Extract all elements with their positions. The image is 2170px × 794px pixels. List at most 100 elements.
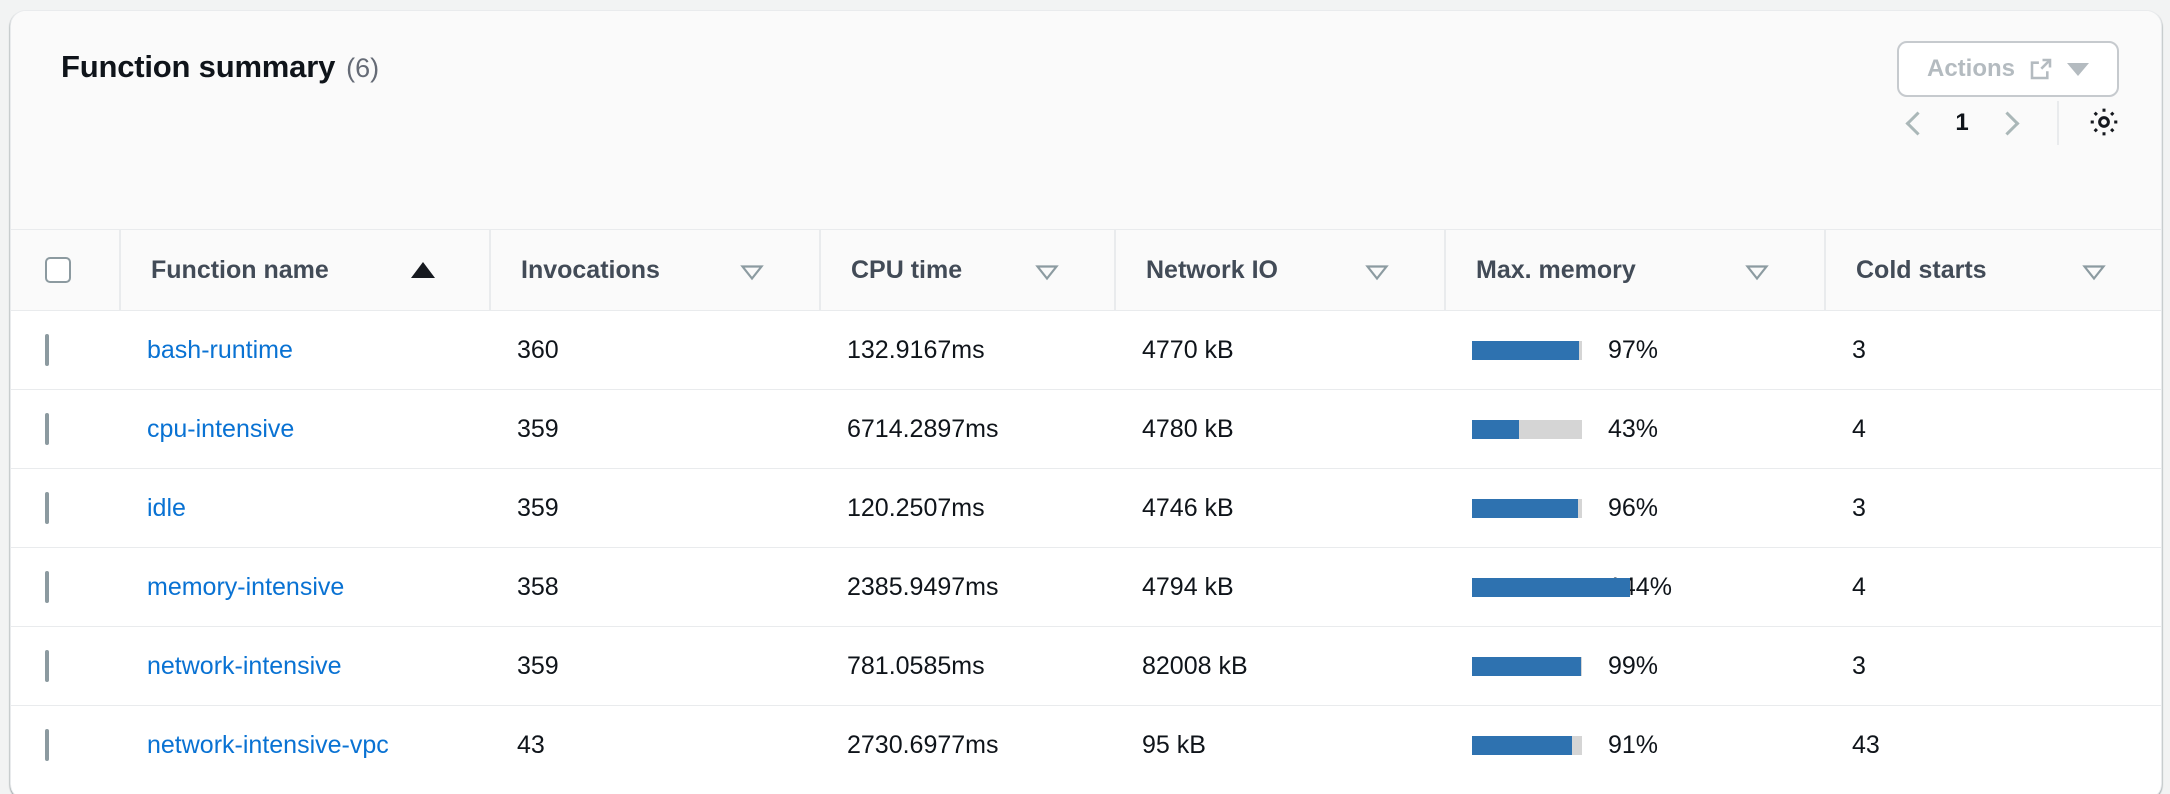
row-checkbox[interactable]: [45, 571, 49, 603]
memory-progress-fill: [1472, 578, 1630, 597]
sort-icon: [1364, 260, 1390, 280]
function-name-link[interactable]: network-intensive-vpc: [147, 731, 389, 759]
cell-max-memory: 91%: [1444, 706, 1824, 785]
row-checkbox[interactable]: [45, 492, 49, 524]
cell-network-io: 4770 kB: [1114, 311, 1444, 390]
chevron-down-icon: [2067, 63, 2089, 76]
cell-network-io: 4746 kB: [1114, 469, 1444, 548]
column-header-label: Function name: [151, 256, 329, 285]
sort-ascending-icon: [411, 262, 435, 278]
row-checkbox[interactable]: [45, 650, 49, 682]
memory-percent-label: 43%: [1608, 415, 1658, 444]
memory-progress-fill: [1472, 736, 1572, 755]
cell-network-io: 4794 kB: [1114, 548, 1444, 627]
cell-max-memory: 99%: [1444, 627, 1824, 706]
cell-cpu-time: 120.2507ms: [819, 469, 1114, 548]
row-select-cell: [11, 311, 119, 390]
chevron-left-icon: [1905, 111, 1929, 135]
function-name-link[interactable]: idle: [147, 494, 186, 522]
table-header-row: Function name Invocations: [11, 230, 2161, 311]
table-row: network-intensive-vpc 432730.6977ms95 kB 9…: [11, 706, 2161, 785]
row-checkbox[interactable]: [45, 334, 49, 366]
select-all-header: [11, 230, 119, 311]
column-header-max-memory[interactable]: Max. memory: [1444, 230, 1824, 311]
column-header-label: Max. memory: [1476, 256, 1636, 285]
column-header-cold-starts[interactable]: Cold starts: [1824, 230, 2161, 311]
actions-button[interactable]: Actions: [1897, 41, 2119, 97]
cell-cold-starts: 4: [1824, 390, 2161, 469]
memory-progress-fill: [1472, 420, 1519, 439]
cell-cpu-time: 2730.6977ms: [819, 706, 1114, 785]
column-header-invocations[interactable]: Invocations: [489, 230, 819, 311]
pagination-next-button[interactable]: [1983, 99, 2031, 147]
pagination-current-page[interactable]: 1: [1945, 109, 1979, 137]
memory-percent-label: 96%: [1608, 494, 1658, 523]
memory-progress-track: [1472, 578, 1582, 597]
row-checkbox[interactable]: [45, 729, 49, 761]
function-name-link[interactable]: bash-runtime: [147, 336, 293, 364]
cell-network-io: 95 kB: [1114, 706, 1444, 785]
memory-progress-fill: [1472, 657, 1581, 676]
cell-max-memory: 96%: [1444, 469, 1824, 548]
function-name-link[interactable]: memory-intensive: [147, 573, 344, 601]
function-name-link[interactable]: network-intensive: [147, 652, 342, 680]
row-select-cell: [11, 627, 119, 706]
table-tools: 1: [1893, 99, 2127, 147]
column-header-function-name[interactable]: Function name: [119, 230, 489, 311]
row-select-cell: [11, 706, 119, 785]
page-title: Function summary (6): [43, 37, 379, 85]
cell-network-io: 82008 kB: [1114, 627, 1444, 706]
cell-cold-starts: 4: [1824, 548, 2161, 627]
memory-percent-label: 99%: [1608, 652, 1658, 681]
sort-icon: [1744, 260, 1770, 280]
row-select-cell: [11, 548, 119, 627]
sort-icon: [2081, 260, 2107, 280]
external-link-icon: [2029, 57, 2053, 81]
memory-progress-track: [1472, 736, 1582, 755]
table-head: Function name Invocations: [11, 230, 2161, 311]
table-body: bash-runtime 360132.9167ms4770 kB 97% 3 cpu-…: [11, 311, 2161, 785]
select-all-checkbox[interactable]: [45, 257, 71, 283]
column-header-label: Cold starts: [1856, 256, 1987, 285]
tools-divider: [2057, 101, 2059, 145]
column-header-label: Invocations: [521, 256, 660, 285]
memory-progress-fill: [1472, 499, 1578, 518]
function-summary-card: Function summary (6) Actions: [10, 10, 2162, 794]
memory-percent-label: 97%: [1608, 336, 1658, 365]
row-select-cell: [11, 390, 119, 469]
function-name-link[interactable]: cpu-intensive: [147, 415, 294, 443]
row-checkbox[interactable]: [45, 413, 49, 445]
card-header: Function summary (6) Actions: [11, 11, 2161, 229]
chevron-right-icon: [1995, 111, 2019, 135]
table-row: network-intensive 359781.0585ms82008 kB 99…: [11, 627, 2161, 706]
cell-cold-starts: 3: [1824, 311, 2161, 390]
cell-invocations: 359: [489, 627, 819, 706]
cell-max-memory: 43%: [1444, 390, 1824, 469]
cell-invocations: 360: [489, 311, 819, 390]
column-header-network-io[interactable]: Network IO: [1114, 230, 1444, 311]
cell-cpu-time: 132.9167ms: [819, 311, 1114, 390]
row-select-cell: [11, 469, 119, 548]
pagination-prev-button[interactable]: [1893, 99, 1941, 147]
column-header-label: Network IO: [1146, 256, 1278, 285]
title-count: (6): [346, 53, 379, 84]
cell-cold-starts: 3: [1824, 627, 2161, 706]
memory-percent-label: 91%: [1608, 731, 1658, 760]
cell-function-name: network-intensive-vpc: [119, 706, 489, 785]
memory-progress-track: [1472, 499, 1582, 518]
cell-cpu-time: 781.0585ms: [819, 627, 1114, 706]
table-settings-button[interactable]: [2081, 100, 2127, 146]
memory-progress-track: [1472, 420, 1582, 439]
table-row: memory-intensive3582385.9497ms4794 kB144…: [11, 548, 2161, 627]
pagination: 1: [1893, 99, 2031, 147]
cell-invocations: 43: [489, 706, 819, 785]
table-row: bash-runtime 360132.9167ms4770 kB 97% 3: [11, 311, 2161, 390]
memory-progress-track: [1472, 341, 1582, 360]
column-header-cpu-time[interactable]: CPU time: [819, 230, 1114, 311]
sort-icon: [739, 260, 765, 280]
cell-invocations: 359: [489, 390, 819, 469]
cell-max-memory: 97%: [1444, 311, 1824, 390]
cell-function-name: bash-runtime: [119, 311, 489, 390]
memory-progress-track: [1472, 657, 1582, 676]
cell-function-name: idle: [119, 469, 489, 548]
